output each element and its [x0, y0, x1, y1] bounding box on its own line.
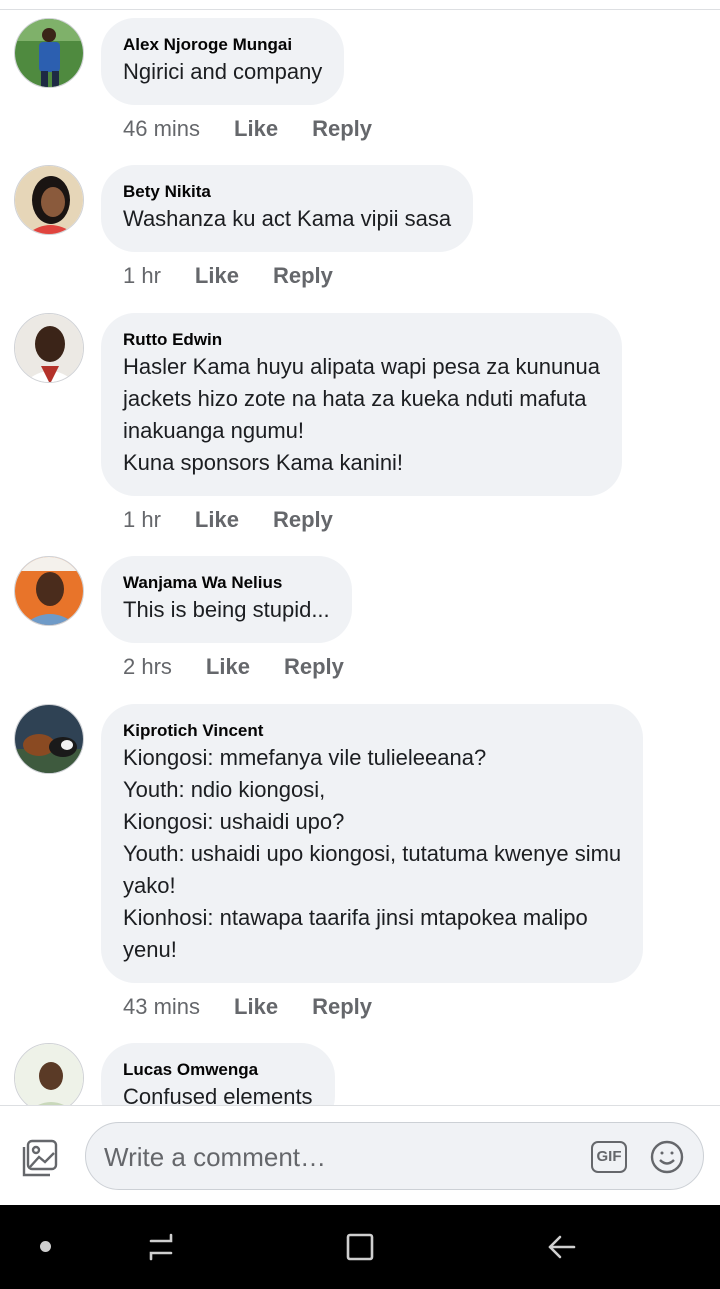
reply-button[interactable]: Reply [312, 116, 372, 142]
dot-icon[interactable] [40, 1241, 51, 1252]
comment-time[interactable]: 1 hr [123, 263, 161, 289]
comment-input[interactable]: Write a comment… GIF [85, 1122, 704, 1190]
comment-author[interactable]: Rutto Edwin [123, 329, 600, 351]
comment-bubble[interactable]: Rutto Edwin Hasler Kama huyu alipata wap… [101, 313, 622, 496]
recent-apps-icon[interactable] [145, 1231, 177, 1263]
comment-time[interactable]: 2 hrs [123, 654, 172, 680]
comments-feed[interactable]: Alex Njoroge Mungai Ngirici and company … [0, 0, 720, 1105]
avatar[interactable] [14, 556, 84, 626]
reply-button[interactable]: Reply [273, 263, 333, 289]
system-navigation-bar [0, 1205, 720, 1289]
like-button[interactable]: Like [206, 654, 250, 680]
home-icon[interactable] [344, 1231, 376, 1263]
comment-time[interactable]: 43 mins [123, 994, 200, 1020]
comment-author[interactable]: Kiprotich Vincent [123, 720, 621, 742]
comment-bubble[interactable]: Wanjama Wa Nelius This is being stupid..… [101, 556, 352, 643]
comment-author[interactable]: Wanjama Wa Nelius [123, 572, 330, 594]
comment-text: Hasler Kama huyu alipata wapi pesa za ku… [123, 354, 600, 475]
avatar[interactable] [14, 165, 84, 235]
comment-actions: 1 hr Like Reply [123, 261, 333, 291]
comment-author[interactable]: Alex Njoroge Mungai [123, 34, 322, 56]
avatar[interactable] [14, 313, 84, 383]
comment-text: Confused elements [123, 1084, 313, 1105]
comment-bubble[interactable]: Kiprotich Vincent Kiongosi: mmefanya vil… [101, 704, 644, 983]
comment-actions: 1 hr Like Reply [123, 505, 333, 535]
comment-actions: 2 hrs Like Reply [123, 652, 344, 682]
like-button[interactable]: Like [195, 263, 239, 289]
like-button[interactable]: Like [234, 994, 278, 1020]
gif-button[interactable]: GIF [591, 1141, 627, 1173]
comment-actions: 46 mins Like Reply [123, 114, 372, 144]
comment-actions: 43 mins Like Reply [123, 992, 372, 1022]
reply-button[interactable]: Reply [273, 507, 333, 533]
comment-time[interactable]: 46 mins [123, 116, 200, 142]
comment-composer: Write a comment… GIF [0, 1105, 720, 1205]
comment-text: Kiongosi: mmefanya vile tulieleeana? You… [123, 745, 622, 962]
avatar[interactable] [14, 1043, 84, 1105]
comment-bubble[interactable]: Lucas Omwenga Confused elements [101, 1043, 335, 1105]
comment-author[interactable]: Lucas Omwenga [123, 1059, 313, 1081]
avatar[interactable] [14, 704, 84, 774]
comment-text: This is being stupid... [123, 597, 330, 622]
comment-bubble[interactable]: Bety Nikita Washanza ku act Kama vipii s… [101, 165, 474, 252]
like-button[interactable]: Like [195, 507, 239, 533]
reply-button[interactable]: Reply [284, 654, 344, 680]
comment-author[interactable]: Bety Nikita [123, 181, 451, 203]
reply-button[interactable]: Reply [312, 994, 372, 1020]
comment-text: Washanza ku act Kama vipii sasa [123, 206, 452, 231]
comment-text: Ngirici and company [123, 59, 323, 84]
avatar[interactable] [14, 18, 84, 88]
comment-input-placeholder[interactable]: Write a comment… [104, 1123, 326, 1191]
like-button[interactable]: Like [234, 116, 278, 142]
comment-time[interactable]: 1 hr [123, 507, 161, 533]
back-icon[interactable] [546, 1231, 578, 1263]
comment-bubble[interactable]: Alex Njoroge Mungai Ngirici and company [101, 18, 345, 105]
photo-icon[interactable] [20, 1138, 60, 1178]
emoji-icon[interactable] [650, 1140, 684, 1174]
